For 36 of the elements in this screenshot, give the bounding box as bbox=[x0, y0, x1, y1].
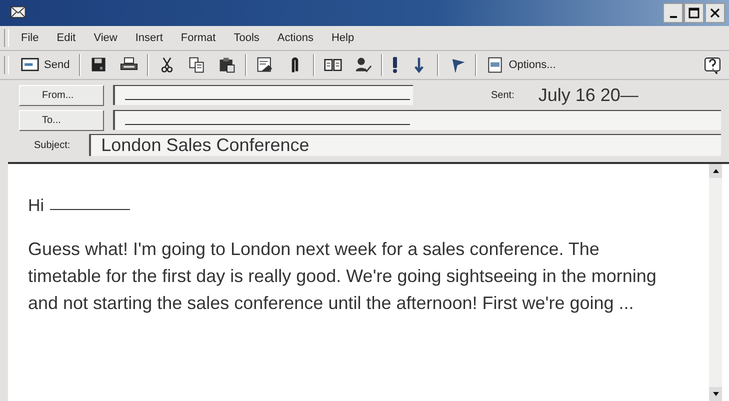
scrollbar[interactable] bbox=[709, 164, 722, 401]
close-icon bbox=[709, 7, 721, 19]
menu-item[interactable]: Insert bbox=[135, 32, 163, 44]
person-check-icon bbox=[354, 56, 372, 74]
sent-label: Sent: bbox=[491, 90, 514, 100]
menu-item[interactable]: Actions bbox=[277, 32, 314, 44]
clipboard-icon bbox=[218, 56, 236, 74]
help-icon[interactable] bbox=[704, 56, 721, 74]
sent-date: July 16 20— bbox=[538, 84, 638, 106]
subject-label: Subject: bbox=[34, 140, 70, 150]
greeting-text: Hi bbox=[28, 196, 44, 216]
subject-field[interactable]: London Sales Conference bbox=[89, 134, 721, 156]
maximize-button[interactable] bbox=[684, 3, 704, 23]
menu-item[interactable]: Tools bbox=[234, 32, 260, 44]
options-icon bbox=[486, 56, 504, 74]
toolbar-button[interactable]: Send bbox=[15, 53, 76, 77]
to-button[interactable]: To... bbox=[19, 110, 104, 130]
exclamation-icon bbox=[392, 56, 398, 74]
menu-item[interactable]: File bbox=[21, 32, 39, 44]
minimize-icon bbox=[670, 16, 676, 18]
signature-icon bbox=[256, 56, 274, 74]
to-field[interactable] bbox=[113, 110, 721, 130]
from-button[interactable]: From... bbox=[19, 84, 104, 106]
menu-item[interactable]: Edit bbox=[56, 32, 76, 44]
menu-item[interactable]: View bbox=[94, 32, 118, 44]
toolbar-button[interactable]: Options... bbox=[480, 53, 562, 77]
address-book-icon bbox=[324, 56, 342, 74]
copy-icon bbox=[188, 56, 206, 74]
minimize-button[interactable] bbox=[663, 3, 683, 23]
from-field[interactable] bbox=[113, 85, 413, 105]
message-paragraph: Guess what! I'm going to London next week for a sales conference. The timetable for the first day is really good. We're going sightseeing in the morning and not starting the sales conference until the afternoon! First we're going ... bbox=[28, 238, 658, 315]
menu-item[interactable]: Help bbox=[331, 32, 354, 44]
menu-item[interactable]: Format bbox=[180, 32, 216, 44]
close-button[interactable] bbox=[705, 3, 725, 23]
envelope-icon bbox=[21, 56, 39, 74]
maximize-icon bbox=[688, 7, 700, 19]
